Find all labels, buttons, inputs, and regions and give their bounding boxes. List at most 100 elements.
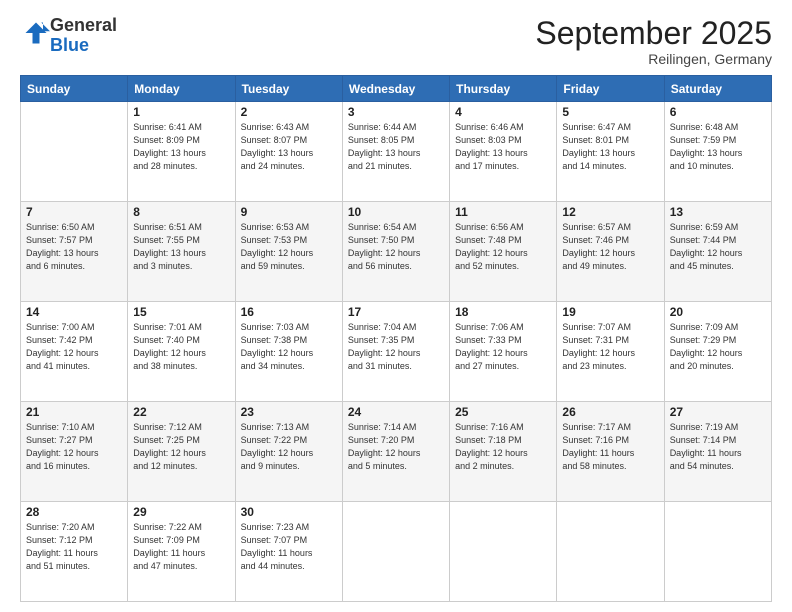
calendar-cell — [557, 502, 664, 602]
logo-icon — [22, 19, 50, 47]
day-number: 27 — [670, 405, 766, 419]
day-number: 3 — [348, 105, 444, 119]
calendar-cell — [342, 502, 449, 602]
calendar-header-row: SundayMondayTuesdayWednesdayThursdayFrid… — [21, 76, 772, 102]
day-number: 28 — [26, 505, 122, 519]
day-info: Sunrise: 7:07 AM Sunset: 7:31 PM Dayligh… — [562, 321, 658, 373]
calendar-cell: 20 Sunrise: 7:09 AM Sunset: 7:29 PM Dayli… — [664, 302, 771, 402]
col-header-monday: Monday — [128, 76, 235, 102]
day-number: 6 — [670, 105, 766, 119]
calendar-cell: 14Sunrise: 7:00 AM Sunset: 7:42 PM Dayli… — [21, 302, 128, 402]
day-info: Sunrise: 6:56 AM Sunset: 7:48 PM Dayligh… — [455, 221, 551, 273]
col-header-thursday: Thursday — [450, 76, 557, 102]
calendar-cell: 9 Sunrise: 6:53 AM Sunset: 7:53 PM Daylig… — [235, 202, 342, 302]
day-info: Sunrise: 7:06 AM Sunset: 7:33 PM Dayligh… — [455, 321, 551, 373]
day-info: Sunrise: 7:23 AM Sunset: 7:07 PM Dayligh… — [241, 521, 337, 573]
day-number: 8 — [133, 205, 229, 219]
day-number: 29 — [133, 505, 229, 519]
day-info: Sunrise: 7:22 AM Sunset: 7:09 PM Dayligh… — [133, 521, 229, 573]
day-number: 4 — [455, 105, 551, 119]
calendar-cell: 26Sunrise: 7:17 AM Sunset: 7:16 PM Dayli… — [557, 402, 664, 502]
day-info: Sunrise: 7:10 AM Sunset: 7:27 PM Dayligh… — [26, 421, 122, 473]
calendar-cell: 4 Sunrise: 6:46 AM Sunset: 8:03 PM Daylig… — [450, 102, 557, 202]
day-info: Sunrise: 7:03 AM Sunset: 7:38 PM Dayligh… — [241, 321, 337, 373]
calendar-cell: 5 Sunrise: 6:47 AM Sunset: 8:01 PM Daylig… — [557, 102, 664, 202]
day-info: Sunrise: 6:59 AM Sunset: 7:44 PM Dayligh… — [670, 221, 766, 273]
day-number: 5 — [562, 105, 658, 119]
calendar-cell: 19 Sunrise: 7:07 AM Sunset: 7:31 PM Dayli… — [557, 302, 664, 402]
page: General Blue September 2025 Reilingen, G… — [0, 0, 792, 612]
logo-blue: Blue — [50, 35, 89, 55]
day-info: Sunrise: 7:09 AM Sunset: 7:29 PM Dayligh… — [670, 321, 766, 373]
calendar-cell: 6Sunrise: 6:48 AM Sunset: 7:59 PM Daylig… — [664, 102, 771, 202]
day-info: Sunrise: 6:53 AM Sunset: 7:53 PM Dayligh… — [241, 221, 337, 273]
day-info: Sunrise: 6:46 AM Sunset: 8:03 PM Dayligh… — [455, 121, 551, 173]
header: General Blue September 2025 Reilingen, G… — [20, 16, 772, 67]
day-number: 20 — [670, 305, 766, 319]
month-title: September 2025 — [535, 16, 772, 51]
calendar-week-row: 1 Sunrise: 6:41 AM Sunset: 8:09 PM Daylig… — [21, 102, 772, 202]
calendar-cell: 3 Sunrise: 6:44 AM Sunset: 8:05 PM Daylig… — [342, 102, 449, 202]
day-number: 1 — [133, 105, 229, 119]
col-header-friday: Friday — [557, 76, 664, 102]
calendar-cell: 22Sunrise: 7:12 AM Sunset: 7:25 PM Dayli… — [128, 402, 235, 502]
day-number: 21 — [26, 405, 122, 419]
title-block: September 2025 Reilingen, Germany — [535, 16, 772, 67]
logo: General Blue — [20, 16, 117, 56]
calendar-cell: 24 Sunrise: 7:14 AM Sunset: 7:20 PM Dayli… — [342, 402, 449, 502]
day-info: Sunrise: 6:41 AM Sunset: 8:09 PM Dayligh… — [133, 121, 229, 173]
day-info: Sunrise: 6:44 AM Sunset: 8:05 PM Dayligh… — [348, 121, 444, 173]
calendar-cell: 29 Sunrise: 7:22 AM Sunset: 7:09 PM Dayli… — [128, 502, 235, 602]
day-info: Sunrise: 6:47 AM Sunset: 8:01 PM Dayligh… — [562, 121, 658, 173]
day-info: Sunrise: 7:17 AM Sunset: 7:16 PM Dayligh… — [562, 421, 658, 473]
calendar-cell: 27 Sunrise: 7:19 AM Sunset: 7:14 PM Dayli… — [664, 402, 771, 502]
calendar-cell: 12 Sunrise: 6:57 AM Sunset: 7:46 PM Dayli… — [557, 202, 664, 302]
day-number: 12 — [562, 205, 658, 219]
day-number: 13 — [670, 205, 766, 219]
calendar-cell: 21 Sunrise: 7:10 AM Sunset: 7:27 PM Dayli… — [21, 402, 128, 502]
calendar-cell — [664, 502, 771, 602]
col-header-saturday: Saturday — [664, 76, 771, 102]
day-info: Sunrise: 6:54 AM Sunset: 7:50 PM Dayligh… — [348, 221, 444, 273]
day-info: Sunrise: 7:04 AM Sunset: 7:35 PM Dayligh… — [348, 321, 444, 373]
calendar-cell: 8Sunrise: 6:51 AM Sunset: 7:55 PM Daylig… — [128, 202, 235, 302]
day-number: 24 — [348, 405, 444, 419]
calendar-cell: 18 Sunrise: 7:06 AM Sunset: 7:33 PM Dayli… — [450, 302, 557, 402]
day-number: 7 — [26, 205, 122, 219]
location: Reilingen, Germany — [535, 51, 772, 67]
day-number: 9 — [241, 205, 337, 219]
day-info: Sunrise: 7:14 AM Sunset: 7:20 PM Dayligh… — [348, 421, 444, 473]
day-number: 10 — [348, 205, 444, 219]
day-number: 17 — [348, 305, 444, 319]
calendar-cell: 17 Sunrise: 7:04 AM Sunset: 7:35 PM Dayli… — [342, 302, 449, 402]
day-info: Sunrise: 7:19 AM Sunset: 7:14 PM Dayligh… — [670, 421, 766, 473]
day-info: Sunrise: 6:57 AM Sunset: 7:46 PM Dayligh… — [562, 221, 658, 273]
calendar-cell: 16 Sunrise: 7:03 AM Sunset: 7:38 PM Dayli… — [235, 302, 342, 402]
calendar-week-row: 21 Sunrise: 7:10 AM Sunset: 7:27 PM Dayli… — [21, 402, 772, 502]
logo-text: General Blue — [50, 16, 117, 56]
day-number: 18 — [455, 305, 551, 319]
col-header-wednesday: Wednesday — [342, 76, 449, 102]
day-info: Sunrise: 7:00 AM Sunset: 7:42 PM Dayligh… — [26, 321, 122, 373]
day-number: 23 — [241, 405, 337, 419]
day-info: Sunrise: 6:43 AM Sunset: 8:07 PM Dayligh… — [241, 121, 337, 173]
day-number: 19 — [562, 305, 658, 319]
day-number: 2 — [241, 105, 337, 119]
calendar-cell: 23 Sunrise: 7:13 AM Sunset: 7:22 PM Dayli… — [235, 402, 342, 502]
day-number: 30 — [241, 505, 337, 519]
calendar-cell: 2 Sunrise: 6:43 AM Sunset: 8:07 PM Daylig… — [235, 102, 342, 202]
calendar-cell: 10 Sunrise: 6:54 AM Sunset: 7:50 PM Dayli… — [342, 202, 449, 302]
day-info: Sunrise: 6:50 AM Sunset: 7:57 PM Dayligh… — [26, 221, 122, 273]
day-number: 25 — [455, 405, 551, 419]
calendar-cell: 28 Sunrise: 7:20 AM Sunset: 7:12 PM Dayli… — [21, 502, 128, 602]
calendar-cell: 25Sunrise: 7:16 AM Sunset: 7:18 PM Dayli… — [450, 402, 557, 502]
logo-general: General — [50, 15, 117, 35]
day-info: Sunrise: 7:20 AM Sunset: 7:12 PM Dayligh… — [26, 521, 122, 573]
calendar-cell: 30 Sunrise: 7:23 AM Sunset: 7:07 PM Dayli… — [235, 502, 342, 602]
calendar-week-row: 14Sunrise: 7:00 AM Sunset: 7:42 PM Dayli… — [21, 302, 772, 402]
calendar-cell: 1 Sunrise: 6:41 AM Sunset: 8:09 PM Daylig… — [128, 102, 235, 202]
day-number: 16 — [241, 305, 337, 319]
day-info: Sunrise: 7:13 AM Sunset: 7:22 PM Dayligh… — [241, 421, 337, 473]
calendar-cell — [450, 502, 557, 602]
day-number: 15 — [133, 305, 229, 319]
